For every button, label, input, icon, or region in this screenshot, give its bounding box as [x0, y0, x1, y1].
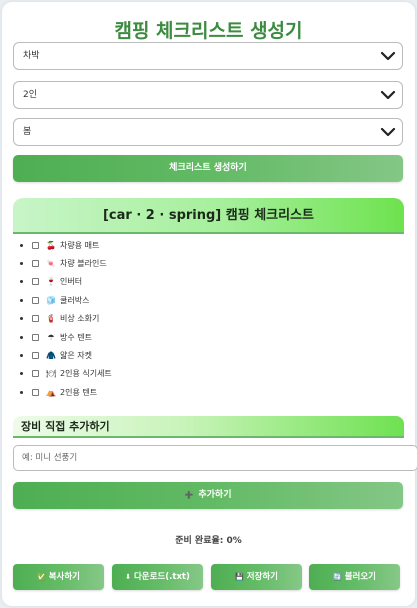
item-label: 2인용 식기세트 — [60, 369, 112, 379]
bullet-dot — [20, 280, 23, 284]
item-label: 차량 블라인드 — [60, 259, 107, 269]
item-icon: 🍽 — [46, 369, 57, 379]
chevron-down-icon — [380, 127, 396, 137]
item-icon: ☂ — [47, 332, 55, 342]
bullet-dot — [20, 262, 23, 266]
item-label: 차량용 매트 — [60, 240, 100, 250]
item-icon: 🍒 — [46, 240, 56, 250]
plus-icon: ➕ — [184, 491, 194, 499]
bullet-dot — [20, 317, 23, 321]
item-icon: 🧯 — [46, 314, 56, 324]
checklist-item: 🍒 차량용 매트 — [16, 236, 396, 254]
generate-checklist-button[interactable]: 체크리스트 생성하기 — [13, 155, 403, 182]
add-item-button[interactable]: ➕ 추가하기 — [13, 482, 403, 509]
checklist-item: 🧊 쿨러박스 — [16, 291, 396, 309]
item-checkbox[interactable] — [32, 315, 39, 323]
refresh-icon: 🔄 — [333, 573, 342, 581]
copy-button[interactable]: ✅ 복사하기 — [13, 564, 104, 590]
item-icon: 🧥 — [46, 351, 56, 361]
checklist-title: [car · 2 · spring] 캠핑 체크리스트 — [13, 198, 404, 234]
check-icon: ✅ — [37, 573, 46, 581]
save-button[interactable]: 💾 저장하기 — [211, 564, 302, 590]
app-card: 캠핑 체크리스트 생성기 차박 2인 봄 체크리스트 생성하기 [car · 2… — [2, 2, 417, 606]
item-icon: ⛺ — [46, 387, 56, 397]
item-label: 인버터 — [60, 277, 83, 287]
load-button[interactable]: 🔄 불러오기 — [309, 564, 400, 590]
copy-label: 복사하기 — [48, 572, 80, 582]
item-checkbox[interactable] — [32, 296, 39, 304]
checklist-item: 🍷 인버터 — [16, 273, 396, 291]
item-checkbox[interactable] — [32, 352, 39, 360]
item-checkbox[interactable] — [32, 333, 39, 341]
item-label: 2인용 텐트 — [60, 387, 98, 397]
load-label: 불러오기 — [344, 572, 376, 582]
add-item-label: 추가하기 — [198, 490, 232, 500]
item-icon: 🍬 — [46, 259, 56, 269]
download-button[interactable]: ⬇ 다운로드(.txt) — [112, 564, 203, 590]
transport-select-value: 차박 — [23, 51, 40, 61]
save-label: 저장하기 — [246, 572, 278, 582]
item-checkbox[interactable] — [32, 278, 39, 286]
season-select[interactable]: 봄 — [13, 118, 403, 146]
item-checkbox[interactable] — [32, 388, 39, 396]
chevron-down-icon — [380, 51, 396, 61]
chevron-down-icon — [380, 90, 396, 100]
page-title: 캠핑 체크리스트 생성기 — [114, 20, 303, 42]
item-label: 비상 소화기 — [60, 314, 100, 324]
item-label: 방수 텐트 — [60, 332, 92, 342]
checklist-items: 🍒 차량용 매트 🍬 차량 블라인드 🍷 인버터 🧊 쿨러박스 🧯 비상 소화기 ☂ 방수 텐트 🧥 얇은… — [16, 236, 396, 402]
checklist-item: 🍽 2인용 식기세트 — [16, 365, 396, 383]
checklist-item: 🧥 얇은 자켓 — [16, 346, 396, 364]
checklist-item: ☂ 방수 텐트 — [16, 328, 396, 346]
custom-section-title: 장비 직접 추가하기 — [13, 416, 404, 438]
bullet-dot — [20, 243, 23, 247]
download-label: 다운로드(.txt) — [133, 572, 190, 582]
checklist-item: 🍬 차량 블라인드 — [16, 254, 396, 272]
item-checkbox[interactable] — [32, 370, 39, 378]
checklist-item: 🧯 비상 소화기 — [16, 310, 396, 328]
bullet-dot — [20, 354, 23, 358]
item-label: 얇은 자켓 — [60, 351, 92, 361]
people-select[interactable]: 2인 — [13, 81, 403, 109]
item-checkbox[interactable] — [32, 260, 39, 268]
item-checkbox[interactable] — [32, 241, 39, 249]
bullet-dot — [20, 390, 23, 394]
floppy-disk-icon: 💾 — [235, 573, 244, 581]
progress-text: 준비 완료율: 0% — [175, 536, 242, 546]
bullet-dot — [20, 372, 23, 376]
bullet-dot — [20, 298, 23, 302]
item-label: 쿨러박스 — [60, 295, 90, 305]
item-icon: 🧊 — [46, 295, 56, 305]
download-icon: ⬇ — [125, 573, 131, 581]
item-icon: 🍷 — [46, 277, 56, 287]
bullet-dot — [20, 335, 23, 339]
people-select-value: 2인 — [23, 90, 38, 100]
season-select-value: 봄 — [23, 127, 32, 137]
custom-item-input[interactable] — [13, 445, 417, 471]
checklist-item: ⛺ 2인용 텐트 — [16, 383, 396, 401]
transport-select[interactable]: 차박 — [13, 42, 403, 70]
